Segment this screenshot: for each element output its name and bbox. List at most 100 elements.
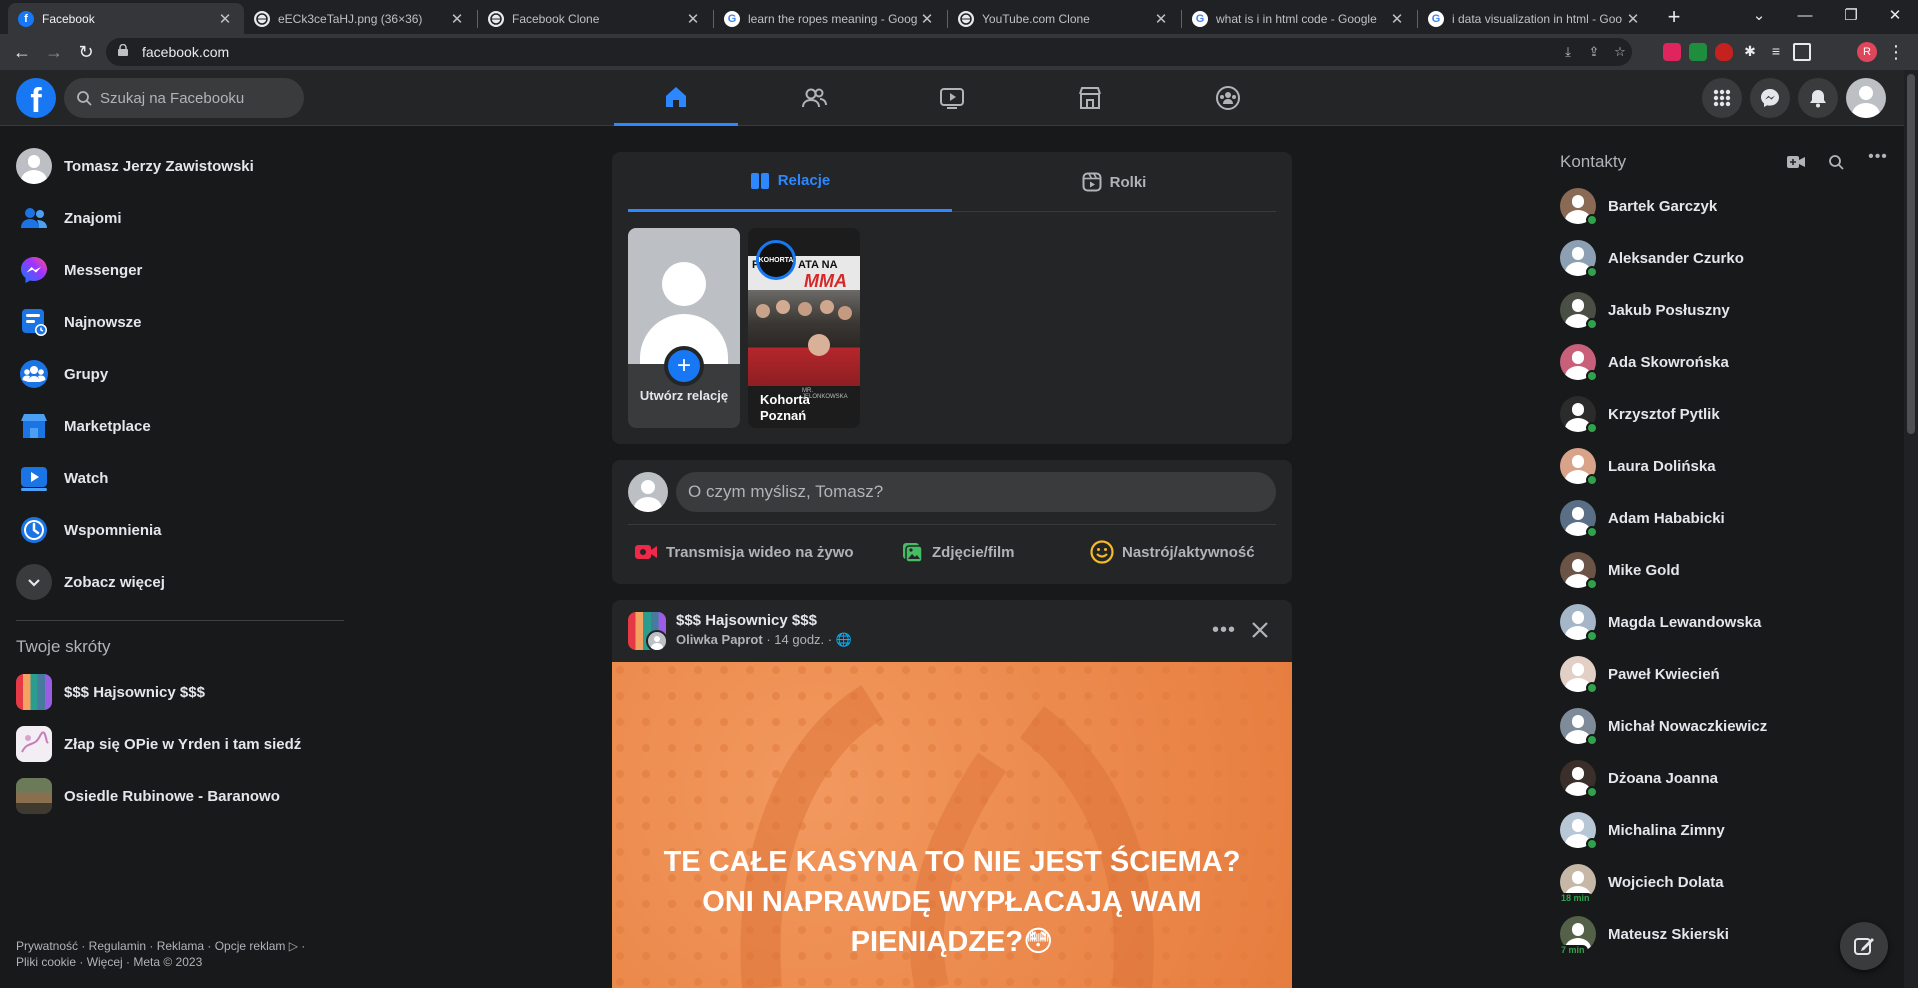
- browser-tab-fb-clone[interactable]: Facebook Clone ✕: [478, 3, 712, 34]
- sidebar-item-memories[interactable]: Wspomnienia: [8, 504, 348, 556]
- close-tab-icon[interactable]: ✕: [216, 10, 234, 28]
- feeds-icon: [16, 304, 52, 340]
- sidebar-item-watch[interactable]: Watch: [8, 452, 348, 504]
- close-tab-icon[interactable]: ✕: [684, 10, 702, 28]
- contact-item[interactable]: Ada Skowrońska: [1552, 336, 1892, 388]
- contact-item[interactable]: Mike Gold: [1552, 544, 1892, 596]
- facebook-logo[interactable]: f: [16, 78, 56, 118]
- share-icon[interactable]: ⇪: [1586, 44, 1602, 60]
- close-tab-icon[interactable]: ✕: [1152, 10, 1170, 28]
- nav-marketplace[interactable]: [1028, 70, 1152, 126]
- more-menu-icon[interactable]: ⋮: [1882, 38, 1910, 66]
- post-time[interactable]: 14 godz.: [774, 632, 824, 647]
- sidebar-item-groups[interactable]: Grupy: [8, 348, 348, 400]
- restore-button[interactable]: ❐: [1828, 0, 1874, 34]
- contact-item[interactable]: 18 min Wojciech Dolata: [1552, 856, 1892, 908]
- close-tab-icon[interactable]: ✕: [448, 10, 466, 28]
- search-contacts-button[interactable]: [1824, 150, 1848, 174]
- close-window-button[interactable]: ✕: [1872, 0, 1918, 34]
- shield-extension-icon[interactable]: [1715, 43, 1733, 61]
- contact-name: Krzysztof Pytlik: [1608, 405, 1720, 423]
- reload-button[interactable]: ↻: [72, 38, 100, 66]
- extension-icon[interactable]: [1663, 43, 1681, 61]
- tab-reels[interactable]: Rolki: [952, 152, 1276, 212]
- new-room-button[interactable]: [1784, 150, 1808, 174]
- sidebar-item-see-more[interactable]: Zobacz więcej: [8, 556, 348, 608]
- new-tab-button[interactable]: +: [1660, 4, 1688, 32]
- contact-item[interactable]: Jakub Posłuszny: [1552, 284, 1892, 336]
- install-app-icon[interactable]: ⤓: [1560, 44, 1576, 60]
- browser-tab-google-3[interactable]: G i data visualization in html - Goo ✕: [1418, 3, 1652, 34]
- footer-line[interactable]: Prywatność · Regulamin · Reklama · Opcje…: [16, 938, 346, 954]
- close-tab-icon[interactable]: ✕: [1624, 10, 1642, 28]
- profile-avatar[interactable]: R: [1857, 42, 1877, 62]
- hide-post-button[interactable]: [1242, 612, 1278, 648]
- contact-item[interactable]: Krzysztof Pytlik: [1552, 388, 1892, 440]
- create-story-card[interactable]: + Utwórz relację: [628, 228, 740, 428]
- browser-tab-image[interactable]: eECk3ceTaHJ.png (36×36) ✕: [244, 3, 476, 34]
- plus-icon[interactable]: +: [664, 346, 704, 386]
- tab-search-icon[interactable]: ⌄: [1736, 0, 1782, 34]
- contact-item[interactable]: Michalina Zimny: [1552, 804, 1892, 856]
- nav-watch[interactable]: [890, 70, 1014, 126]
- footer-line[interactable]: Pliki cookie · Więcej · Meta © 2023: [16, 954, 346, 970]
- contact-item[interactable]: Michał Nowaczkiewicz: [1552, 700, 1892, 752]
- sidebar-item-messenger[interactable]: Messenger: [8, 244, 348, 296]
- feeling-activity-button[interactable]: Nastrój/aktywność: [1090, 532, 1255, 572]
- shortcut-item[interactable]: Osiedle Rubinowe - Baranowo: [8, 770, 348, 822]
- sidebar-item-feeds[interactable]: Najnowsze: [8, 296, 348, 348]
- contact-item[interactable]: Aleksander Czurko: [1552, 232, 1892, 284]
- nav-friends[interactable]: [752, 70, 876, 126]
- post-group-name[interactable]: $$$ Hajsownicy $$$: [676, 612, 817, 629]
- sidebar-item-profile[interactable]: Tomasz Jerzy Zawistowski: [8, 140, 348, 192]
- sidebar-item-marketplace[interactable]: Marketplace: [8, 400, 348, 452]
- bookmark-star-icon[interactable]: ☆: [1612, 44, 1628, 60]
- account-avatar[interactable]: [1846, 78, 1886, 118]
- scrollbar-thumb[interactable]: [1907, 74, 1915, 434]
- browser-tab-facebook[interactable]: f Facebook ✕: [8, 3, 244, 34]
- contact-item[interactable]: Bartek Garczyk: [1552, 180, 1892, 232]
- reading-list-icon[interactable]: ≡: [1767, 43, 1785, 61]
- forward-button[interactable]: →: [40, 38, 68, 66]
- search-input[interactable]: [100, 78, 296, 118]
- live-video-button[interactable]: Transmisja wideo na żywo: [634, 532, 854, 572]
- shortcut-item[interactable]: $$$ Hajsownicy $$$: [8, 666, 348, 718]
- contact-item[interactable]: Paweł Kwiecień: [1552, 648, 1892, 700]
- menu-button[interactable]: [1702, 78, 1742, 118]
- minimize-button[interactable]: —: [1782, 0, 1828, 34]
- puzzle-extensions-icon[interactable]: ✱: [1741, 43, 1759, 61]
- nav-groups[interactable]: [1166, 70, 1290, 126]
- contacts-options-button[interactable]: •••: [1864, 148, 1892, 172]
- notifications-button[interactable]: [1798, 78, 1838, 118]
- side-panel-icon[interactable]: [1793, 43, 1811, 61]
- photo-video-button[interactable]: Zdjęcie/film: [900, 532, 1015, 572]
- extension-icon[interactable]: [1689, 43, 1707, 61]
- back-button[interactable]: ←: [8, 38, 36, 66]
- page-scrollbar[interactable]: [1904, 70, 1918, 988]
- tab-stories[interactable]: Relacje: [628, 152, 952, 212]
- status-input[interactable]: [676, 472, 1276, 512]
- close-tab-icon[interactable]: ✕: [918, 10, 936, 28]
- close-tab-icon[interactable]: ✕: [1388, 10, 1406, 28]
- story-card[interactable]: PE ATA NA MMA KOHORTA MR. JELONKOWSKA Ko…: [748, 228, 860, 428]
- contact-name: Laura Dolińska: [1608, 457, 1716, 475]
- contact-item[interactable]: Dżoana Joanna: [1552, 752, 1892, 804]
- browser-tab-yt-clone[interactable]: YouTube.com Clone ✕: [948, 3, 1180, 34]
- post-author[interactable]: Oliwka Paprot: [676, 632, 763, 647]
- browser-tab-google-2[interactable]: G what is i in html code - Google ✕: [1182, 3, 1416, 34]
- new-message-button[interactable]: [1840, 922, 1888, 970]
- messenger-button[interactable]: [1750, 78, 1790, 118]
- contact-item[interactable]: Laura Dolińska: [1552, 440, 1892, 492]
- contact-item[interactable]: Magda Lewandowska: [1552, 596, 1892, 648]
- contact-name: Magda Lewandowska: [1608, 613, 1762, 631]
- sidebar-item-friends[interactable]: Znajomi: [8, 192, 348, 244]
- post-options-button[interactable]: •••: [1206, 612, 1242, 648]
- shortcut-item[interactable]: Złap się OPie w Yrden i tam siedź: [8, 718, 348, 770]
- contact-item[interactable]: Adam Hababicki: [1552, 492, 1892, 544]
- group-avatar[interactable]: [628, 612, 666, 650]
- nav-home[interactable]: [614, 70, 738, 126]
- facebook-search[interactable]: [64, 78, 304, 118]
- browser-tab-google-1[interactable]: G learn the ropes meaning - Goog ✕: [714, 3, 946, 34]
- address-bar[interactable]: facebook.com ⤓ ⇪ ☆: [106, 38, 1632, 66]
- post-image[interactable]: TE CAŁE KASYNA TO NIE JEST ŚCIEMA? ONI N…: [612, 662, 1292, 988]
